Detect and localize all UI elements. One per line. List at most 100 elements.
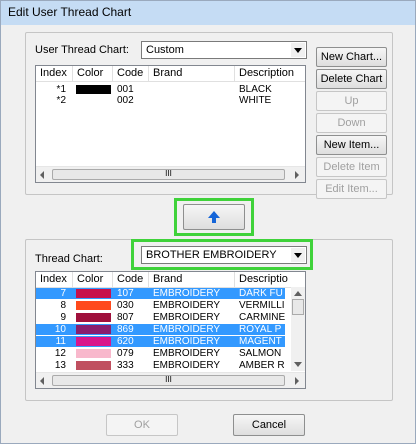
cell-code: 002 xyxy=(117,95,134,106)
thread-chart-select[interactable]: BROTHER EMBROIDERY xyxy=(141,246,307,264)
cell-description: VERMILLI xyxy=(239,300,285,311)
user-chart-table-header: Index Color Code Brand Description xyxy=(36,66,305,82)
col-header-description[interactable]: Descriptio xyxy=(235,272,290,287)
table-row[interactable]: *2 002 WHITE xyxy=(36,95,301,106)
table-row[interactable]: 12 079 EMBROIDERY SALMON xyxy=(36,348,285,359)
table-row[interactable]: 10 869 EMBROIDERY ROYAL P xyxy=(36,324,285,335)
cell-index: 13 xyxy=(54,360,66,371)
cell-brand: EMBROIDERY xyxy=(153,312,221,323)
thread-chart-hscrollbar[interactable]: III xyxy=(36,372,305,388)
scroll-thumb[interactable]: III xyxy=(52,169,285,180)
scroll-thumb[interactable]: III xyxy=(52,375,285,386)
cell-description: BLACK xyxy=(239,84,272,95)
cell-index: 12 xyxy=(54,348,66,359)
delete-item-button[interactable]: Delete Item xyxy=(316,157,387,177)
cell-code: 807 xyxy=(117,312,134,323)
new-chart-button[interactable]: New Chart... xyxy=(316,47,387,67)
cell-description: WHITE xyxy=(239,95,272,106)
cell-description: AMBER R xyxy=(239,360,285,371)
col-header-brand[interactable]: Brand xyxy=(149,272,235,287)
thread-chart-table-header: Index Color Code Brand Descriptio xyxy=(36,272,305,288)
color-swatch xyxy=(76,325,111,334)
color-swatch xyxy=(76,349,111,358)
cell-code: 079 xyxy=(117,348,134,359)
table-row[interactable]: 13 333 EMBROIDERY AMBER R xyxy=(36,360,285,371)
col-header-code[interactable]: Code xyxy=(113,66,149,81)
user-chart-hscrollbar[interactable]: III xyxy=(36,166,305,182)
scroll-thumb-grip: III xyxy=(165,169,172,178)
col-header-code[interactable]: Code xyxy=(113,272,149,287)
cell-brand xyxy=(153,95,233,106)
scroll-left-icon[interactable] xyxy=(40,377,44,385)
table-row[interactable]: *1 001 BLACK xyxy=(36,84,301,95)
cell-brand: EMBROIDERY xyxy=(153,300,221,311)
col-header-brand[interactable]: Brand xyxy=(149,66,235,81)
ok-button[interactable]: OK xyxy=(106,414,178,436)
color-swatch xyxy=(76,361,111,370)
cell-description: MAGENT xyxy=(239,336,282,347)
thread-chart-vscrollbar[interactable] xyxy=(291,287,305,371)
down-button[interactable]: Down xyxy=(316,113,387,133)
cell-code: 333 xyxy=(117,360,134,371)
cell-index: 8 xyxy=(60,300,66,311)
color-swatch xyxy=(76,337,111,346)
cell-code: 869 xyxy=(117,324,134,335)
up-arrow-icon xyxy=(208,211,220,223)
cell-brand: EMBROIDERY xyxy=(153,324,221,335)
cell-index: *2 xyxy=(56,95,66,106)
transfer-up-button[interactable] xyxy=(183,204,245,230)
user-chart-select-value: Custom xyxy=(146,44,184,56)
cell-brand: EMBROIDERY xyxy=(153,348,221,359)
color-swatch xyxy=(76,313,111,322)
scroll-left-icon[interactable] xyxy=(40,171,44,179)
cell-code: 001 xyxy=(117,84,134,95)
thread-chart-select-value: BROTHER EMBROIDERY xyxy=(146,249,277,261)
user-chart-table[interactable]: Index Color Code Brand Description *1 001… xyxy=(35,65,306,183)
cell-index: *1 xyxy=(56,84,66,95)
col-header-color[interactable]: Color xyxy=(73,272,113,287)
title-bar: Edit User Thread Chart xyxy=(1,1,415,25)
cell-description: ROYAL P xyxy=(239,324,282,335)
table-row[interactable]: 7 107 EMBROIDERY DARK FU xyxy=(36,288,285,299)
edit-user-thread-chart-dialog: Edit User Thread Chart User Thread Chart… xyxy=(0,0,416,444)
cell-code: 620 xyxy=(117,336,134,347)
delete-chart-button[interactable]: Delete Chart xyxy=(316,69,387,89)
cell-code: 107 xyxy=(117,288,134,299)
scroll-thumb-grip: III xyxy=(165,375,172,384)
window-title: Edit User Thread Chart xyxy=(8,5,132,19)
col-header-description[interactable]: Description xyxy=(235,66,305,81)
color-swatch xyxy=(76,85,111,94)
color-swatch xyxy=(76,301,111,310)
col-header-index[interactable]: Index xyxy=(36,66,73,81)
cell-description: SALMON xyxy=(239,348,282,359)
cell-brand: EMBROIDERY xyxy=(153,360,221,371)
cell-index: 7 xyxy=(60,288,66,299)
cell-brand xyxy=(153,84,233,95)
thread-chart-label: Thread Chart: xyxy=(35,253,103,265)
col-header-index[interactable]: Index xyxy=(36,272,73,287)
thread-chart-table[interactable]: Index Color Code Brand Descriptio 7 107 EM… xyxy=(35,271,306,389)
scroll-right-icon[interactable] xyxy=(295,377,299,385)
cell-description: DARK FU xyxy=(239,288,283,299)
scroll-right-icon[interactable] xyxy=(295,171,299,179)
chevron-down-icon[interactable] xyxy=(291,248,305,262)
vscroll-thumb[interactable] xyxy=(292,299,304,315)
cell-index: 11 xyxy=(55,336,66,347)
up-button[interactable]: Up xyxy=(316,91,387,111)
chevron-down-icon[interactable] xyxy=(291,43,305,57)
table-row[interactable]: 9 807 EMBROIDERY CARMINE xyxy=(36,312,285,323)
cell-index: 10 xyxy=(54,324,66,335)
user-chart-select[interactable]: Custom xyxy=(141,41,307,59)
cancel-button[interactable]: Cancel xyxy=(233,414,305,436)
table-row[interactable]: 8 030 EMBROIDERY VERMILLI xyxy=(36,300,285,311)
cell-brand: EMBROIDERY xyxy=(153,288,221,299)
new-item-button[interactable]: New Item... xyxy=(316,135,387,155)
cell-brand: EMBROIDERY xyxy=(153,336,221,347)
color-swatch xyxy=(76,96,111,105)
color-swatch xyxy=(76,289,111,298)
cell-code: 030 xyxy=(117,300,134,311)
col-header-color[interactable]: Color xyxy=(73,66,113,81)
user-chart-label: User Thread Chart: xyxy=(35,44,129,56)
table-row[interactable]: 11 620 EMBROIDERY MAGENT xyxy=(36,336,285,347)
edit-item-button[interactable]: Edit Item... xyxy=(316,179,387,199)
